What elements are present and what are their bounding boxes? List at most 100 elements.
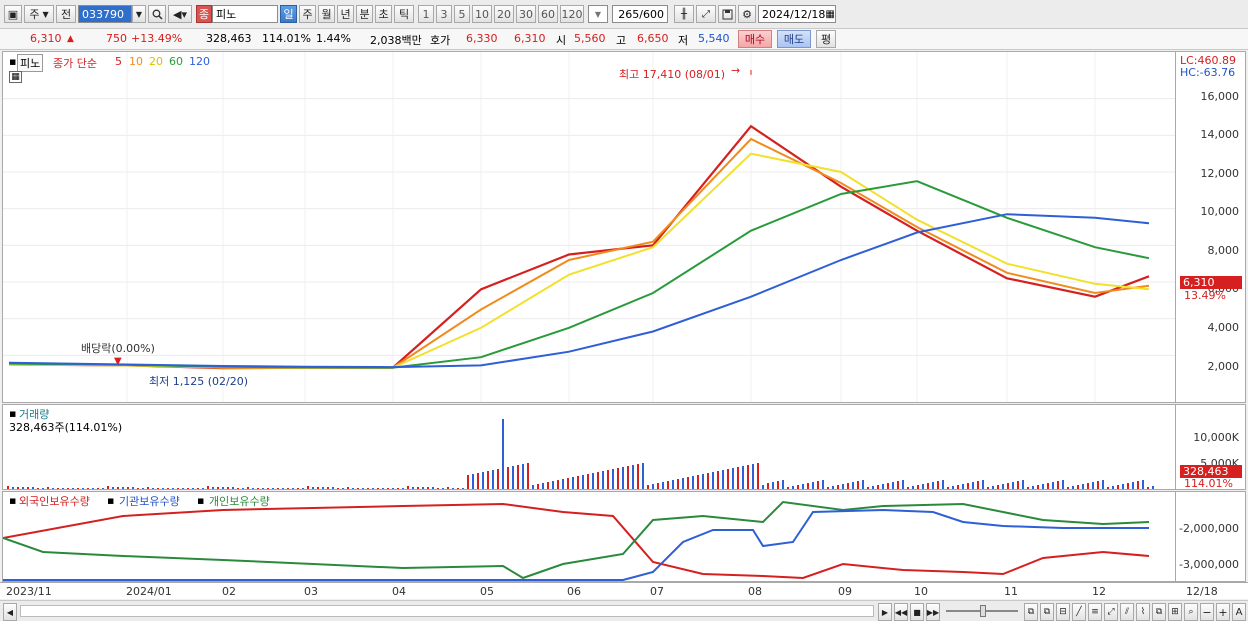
ma-line-20 bbox=[8, 152, 1150, 369]
volume-bar bbox=[57, 488, 59, 489]
volume-bar bbox=[172, 488, 174, 489]
date-input[interactable]: 2024/12/18 ▦ bbox=[758, 5, 836, 23]
rewind-icon[interactable]: ◀◀ bbox=[894, 603, 908, 621]
volume-bar bbox=[962, 484, 964, 489]
arrange-icon[interactable]: ⊞ bbox=[1168, 603, 1182, 621]
volume-bar bbox=[767, 483, 769, 489]
window-icon[interactable]: ⧉ bbox=[1040, 603, 1054, 621]
stop-icon[interactable]: ■ bbox=[910, 603, 924, 621]
split-icon[interactable]: ⊟ bbox=[1056, 603, 1070, 621]
volume-bar bbox=[852, 482, 854, 489]
line-tool-icon[interactable]: ╱ bbox=[1072, 603, 1086, 621]
buy-button[interactable]: 매수 bbox=[738, 30, 772, 48]
tf-button-month[interactable]: 월 bbox=[318, 5, 335, 23]
price-panel-tag[interactable]: 피노 bbox=[17, 54, 44, 72]
volume-bar bbox=[462, 488, 464, 489]
stock-badge: 종 bbox=[196, 5, 212, 23]
fast-forward-icon[interactable]: ▶▶ bbox=[926, 603, 940, 621]
horizontal-scrollbar[interactable] bbox=[20, 605, 874, 617]
volume-bar bbox=[422, 487, 424, 489]
draw-tool-icon[interactable]: ⤢ bbox=[696, 5, 716, 23]
chart-type-icon[interactable]: ╫ bbox=[674, 5, 694, 23]
font-size-icon[interactable]: A bbox=[1232, 603, 1246, 621]
data-count-input[interactable]: 265/600 bbox=[612, 5, 668, 23]
num-button-3[interactable]: 3 bbox=[436, 5, 452, 23]
num-button-20[interactable]: 20 bbox=[494, 5, 514, 23]
panel-menu-icon[interactable]: ▪ bbox=[9, 494, 16, 507]
grid-toggle-icon[interactable]: ▦ bbox=[9, 71, 22, 83]
trend-tool-icon[interactable]: ⤢ bbox=[1104, 603, 1118, 621]
tf-button-tick[interactable]: 틱 bbox=[394, 5, 414, 23]
volume-bar bbox=[1062, 480, 1064, 489]
volume-bar bbox=[482, 472, 484, 489]
speaker-icon[interactable]: ◀▾ bbox=[168, 5, 192, 23]
save-icon[interactable] bbox=[718, 5, 736, 23]
channel-tool-icon[interactable]: ⫽ bbox=[1120, 603, 1134, 621]
num-button-30-label: 30 bbox=[519, 7, 533, 21]
num-button-30[interactable]: 30 bbox=[516, 5, 536, 23]
tf-button-day[interactable]: 일 bbox=[280, 5, 297, 23]
volume-bar bbox=[632, 465, 634, 489]
num-button-120-label: 120 bbox=[561, 7, 583, 21]
window-menu-icon[interactable]: ▣ bbox=[4, 5, 22, 23]
num-button-60[interactable]: 60 bbox=[538, 5, 558, 23]
price-chart-panel[interactable]: ▪ 피노 종가 단순 5 10 20 60 120 ▦ 최고 17,410 (0… bbox=[2, 51, 1246, 403]
tf-button-week[interactable]: 주 bbox=[299, 5, 316, 23]
prev-button[interactable]: 전 bbox=[56, 5, 76, 23]
y-tick: 10,000 bbox=[1200, 205, 1240, 218]
volume-value: 328,463 bbox=[206, 32, 252, 45]
volume-bar bbox=[152, 488, 154, 489]
price-change: 750 bbox=[106, 32, 127, 45]
y-tick: 8,000 bbox=[1207, 244, 1240, 257]
tf-button-minute-label: 분 bbox=[359, 8, 370, 21]
volume-bar bbox=[417, 487, 419, 489]
num-button-10[interactable]: 10 bbox=[472, 5, 492, 23]
custom-period-dropdown[interactable]: ▼ bbox=[588, 5, 608, 23]
stock-name-field[interactable]: 피노 bbox=[212, 5, 278, 23]
fib-tool-icon[interactable]: ≡ bbox=[1088, 603, 1102, 621]
volume-bar bbox=[802, 484, 804, 489]
volume-bar bbox=[987, 487, 989, 489]
price-chart-canvas[interactable] bbox=[3, 52, 1175, 402]
zoom-out-icon[interactable]: − bbox=[1200, 603, 1214, 621]
volume-bar bbox=[702, 474, 704, 489]
volume-bar bbox=[677, 479, 679, 489]
volume-bar bbox=[347, 487, 349, 489]
tf-button-year[interactable]: 년 bbox=[337, 5, 354, 23]
num-button-120[interactable]: 120 bbox=[560, 5, 584, 23]
volume-bar bbox=[182, 488, 184, 489]
volume-bar bbox=[262, 488, 264, 489]
volume-bar bbox=[97, 488, 99, 489]
volume-bar bbox=[1137, 481, 1139, 489]
tf-button-minute[interactable]: 분 bbox=[356, 5, 373, 23]
average-button[interactable]: 평 bbox=[816, 30, 836, 48]
search-icon[interactable] bbox=[148, 5, 166, 23]
layout-icon[interactable]: ⧉ bbox=[1152, 603, 1166, 621]
volume-bar bbox=[207, 486, 209, 489]
stock-code-input[interactable]: 033790 bbox=[78, 5, 132, 23]
gear-icon[interactable]: ⚙ bbox=[738, 5, 756, 23]
pattern-tool-icon[interactable]: ⌇ bbox=[1136, 603, 1150, 621]
num-button-5[interactable]: 5 bbox=[454, 5, 470, 23]
num-button-1[interactable]: 1 bbox=[418, 5, 434, 23]
volume-bar bbox=[287, 488, 289, 489]
sell-button[interactable]: 매도 bbox=[777, 30, 811, 48]
holdings-panel[interactable]: ▪ 외국인보유수량 ▪ 기관보유수량 ▪ 개인보유수량 -2,000,000 -… bbox=[2, 491, 1246, 582]
volume-panel[interactable]: ▪ 거래량 328,463주(114.01%) 10,000K 5,000K 3… bbox=[2, 404, 1246, 490]
scroll-right-icon[interactable]: ▶ bbox=[878, 603, 892, 621]
copy-icon[interactable]: ⧉ bbox=[1024, 603, 1038, 621]
volume-value: 328,463주(114.01%) bbox=[9, 421, 123, 434]
zoom-in-icon[interactable]: + bbox=[1216, 603, 1230, 621]
volume-bar bbox=[782, 480, 784, 489]
code-dropdown-icon[interactable]: ▼ bbox=[132, 5, 146, 23]
zoom-slider-handle[interactable] bbox=[980, 605, 986, 617]
volume-bar bbox=[102, 488, 104, 489]
zoom-search-icon[interactable]: ⌕ bbox=[1184, 603, 1198, 621]
x-tick: 09 bbox=[838, 585, 852, 598]
scroll-left-icon[interactable]: ◀ bbox=[3, 603, 17, 621]
volume-bar bbox=[487, 471, 489, 489]
panel-menu-icon[interactable]: ▪ bbox=[9, 55, 16, 68]
volume-bar bbox=[772, 482, 774, 489]
period-select[interactable]: 주 ▼ bbox=[24, 5, 54, 23]
tf-button-second[interactable]: 초 bbox=[375, 5, 392, 23]
